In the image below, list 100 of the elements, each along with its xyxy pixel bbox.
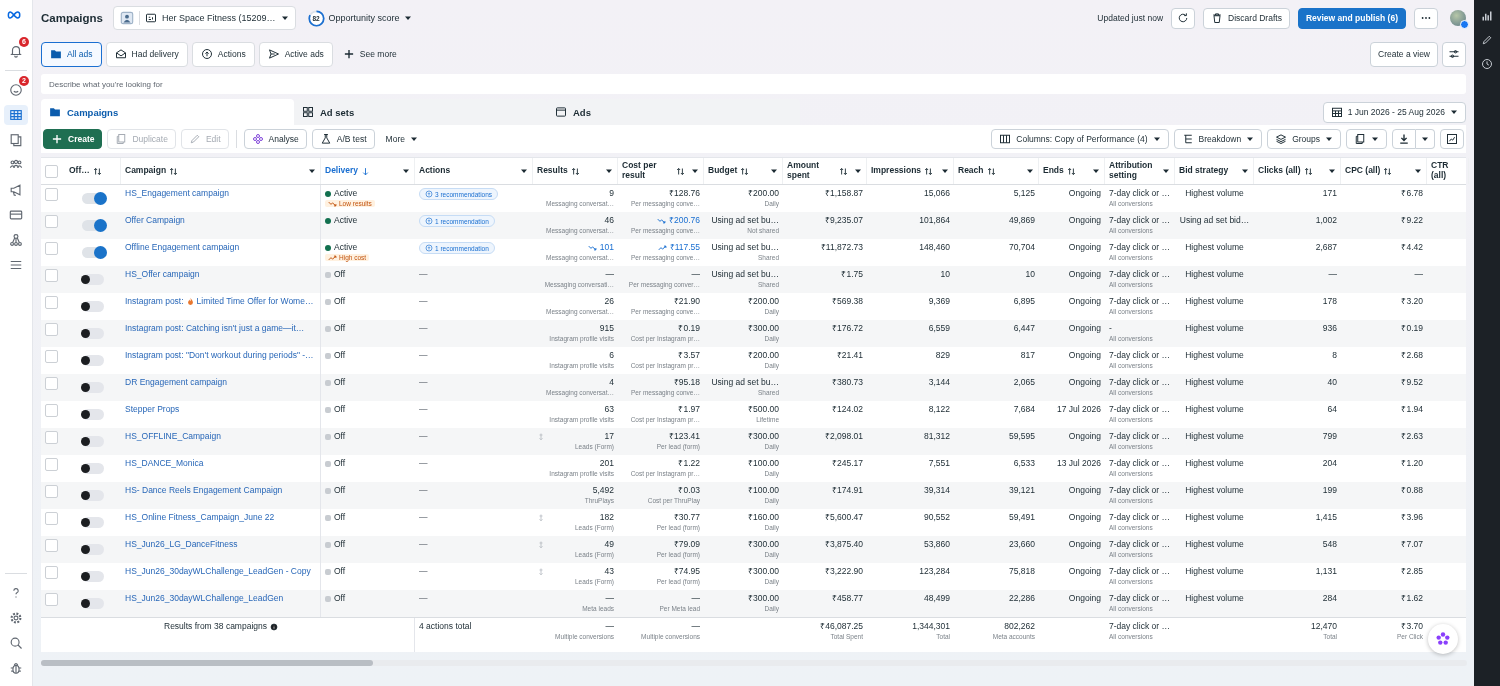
toggle-switch[interactable] [82, 463, 104, 474]
create-button[interactable]: Create [43, 129, 103, 149]
filter-chip[interactable]: Had delivery [105, 41, 188, 67]
campaign-link[interactable]: Instagram post: Catching isn't just a game—it… [125, 323, 316, 333]
checkbox[interactable] [45, 431, 58, 444]
checkbox[interactable] [45, 323, 58, 336]
column-header[interactable]: Ends [1039, 158, 1105, 184]
filter-chip[interactable]: All ads [41, 41, 102, 67]
column-header[interactable]: Budget [704, 158, 783, 184]
toggle-switch[interactable] [82, 328, 104, 339]
campaign-link[interactable]: HS- Dance Reels Engagement Campaign [125, 485, 316, 495]
total-value: 1,344,301 [912, 621, 950, 632]
campaign-link[interactable]: HS_OFFLINE_Campaign [125, 431, 316, 441]
column-header[interactable]: Cost per result [618, 158, 704, 184]
export-menu-button[interactable] [1416, 129, 1435, 149]
toggle-switch[interactable] [82, 355, 104, 366]
campaign-link[interactable]: HS_Jun26_LG_DanceFitness [125, 539, 316, 549]
view-settings-button[interactable] [1442, 41, 1466, 67]
toggle-switch[interactable] [82, 598, 104, 609]
toggle-switch[interactable] [82, 490, 104, 501]
column-header[interactable]: Impressions [867, 158, 954, 184]
assistant-button[interactable] [1428, 624, 1458, 654]
column-header[interactable]: Results [533, 158, 618, 184]
checkbox[interactable] [45, 188, 58, 201]
campaign-link[interactable]: HS_Jun26_30dayWLChallenge_LeadGen [125, 593, 316, 603]
column-header[interactable]: CTR (all) [1427, 158, 1469, 184]
toolbar-button[interactable]: Analyse [243, 129, 307, 149]
pencil-icon[interactable] [1481, 34, 1493, 46]
campaign-link[interactable]: Stepper Props [125, 404, 316, 414]
toggle-switch[interactable] [82, 436, 104, 447]
checkbox[interactable] [45, 485, 58, 498]
column-header[interactable]: Off… [65, 158, 121, 184]
column-header[interactable]: Amount spent [783, 158, 867, 184]
toggle-switch[interactable] [82, 247, 104, 258]
export-button[interactable] [1392, 129, 1416, 149]
campaign-link[interactable]: HS_Online Fitness_Campaign_June 22 [125, 512, 316, 522]
discard-drafts-button[interactable]: Discard Drafts [1203, 7, 1290, 29]
search-field[interactable]: Describe what you're looking for [41, 74, 1466, 94]
toggle-switch[interactable] [82, 382, 104, 393]
campaign-link[interactable]: Offline Engagement campaign [125, 242, 316, 252]
column-header[interactable]: Reach [954, 158, 1039, 184]
campaign-link[interactable]: DR Engagement campaign [125, 377, 316, 387]
column-header[interactable]: Campaign [121, 158, 321, 184]
refresh-button[interactable] [1171, 7, 1196, 29]
date-range-button[interactable]: 1 Jun 2026 - 25 Aug 2026 [1322, 101, 1466, 123]
view-button[interactable]: Groups [1267, 129, 1341, 149]
see-more-button[interactable]: See more [336, 48, 403, 60]
horizontal-scrollbar[interactable] [41, 660, 1467, 666]
column-header[interactable]: Bid strategy [1175, 158, 1254, 184]
toggle-switch[interactable] [82, 571, 104, 582]
campaign-link[interactable]: HS_Engagement campaign [125, 188, 316, 198]
more-menu-button[interactable]: More [379, 134, 424, 144]
account-selector[interactable]: Her Space Fitness (15209… [113, 6, 296, 30]
toggle-switch[interactable] [82, 193, 104, 204]
checkbox[interactable] [45, 242, 58, 255]
checkbox[interactable] [45, 539, 58, 552]
checkbox[interactable] [45, 404, 58, 417]
clock-icon[interactable] [1481, 58, 1493, 70]
table-row[interactable] [41, 212, 1466, 239]
toolbar-button[interactable]: A/B test [311, 129, 375, 149]
checkbox[interactable] [45, 296, 58, 309]
create-view-button[interactable]: Create a view [1370, 41, 1438, 67]
column-header[interactable]: Attribution setting [1105, 158, 1175, 184]
avatar[interactable] [1450, 10, 1466, 26]
campaign-link[interactable]: HS_DANCE_Monica [125, 458, 316, 468]
update-status: Updated just now [1097, 13, 1164, 23]
campaign-link[interactable]: Offer Campaign [125, 215, 316, 225]
view-button[interactable]: Columns: Copy of Performance (4) [991, 129, 1169, 149]
checkbox[interactable] [45, 458, 58, 471]
checkbox[interactable] [45, 377, 58, 390]
toggle-switch[interactable] [82, 409, 104, 420]
checkbox[interactable] [45, 566, 58, 579]
checkbox[interactable] [45, 164, 58, 178]
view-button[interactable]: Breakdown [1173, 129, 1263, 149]
filter-chip[interactable]: Active ads [258, 41, 333, 67]
toggle-switch[interactable] [82, 220, 104, 231]
campaign-link[interactable]: Instagram post: "Don't workout during periods" -… [125, 350, 316, 360]
checkbox[interactable] [45, 350, 58, 363]
charts-button[interactable] [1440, 129, 1464, 149]
sidebar-item[interactable] [4, 105, 28, 125]
toggle-switch[interactable] [82, 301, 104, 312]
campaign-link[interactable]: HS_Jun26_30dayWLChallenge_LeadGen - Copy [125, 566, 316, 576]
checkbox[interactable] [45, 269, 58, 282]
checkbox[interactable] [45, 593, 58, 606]
publish-button[interactable]: Review and publish (6) [1297, 7, 1406, 29]
checkbox[interactable] [45, 512, 58, 525]
campaign-link[interactable]: HS_Offer campaign [125, 269, 316, 279]
toggle-switch[interactable] [82, 517, 104, 528]
copy-menu-button[interactable] [1346, 129, 1387, 149]
bar-chart-icon[interactable] [1481, 10, 1493, 22]
level-tab[interactable]: Campaigns [41, 99, 294, 125]
column-header[interactable]: Delivery [321, 158, 415, 184]
campaign-link[interactable]: Instagram post: Limited Time Offer for Wome… [125, 296, 316, 306]
checkbox[interactable] [45, 215, 58, 228]
column-header[interactable]: Clicks (all) [1254, 158, 1341, 184]
toggle-switch[interactable] [82, 274, 104, 285]
filter-chip[interactable]: Actions [191, 41, 255, 67]
column-header[interactable]: CPC (all) [1341, 158, 1427, 184]
column-header[interactable]: Actions [415, 158, 533, 184]
toggle-switch[interactable] [82, 544, 104, 555]
